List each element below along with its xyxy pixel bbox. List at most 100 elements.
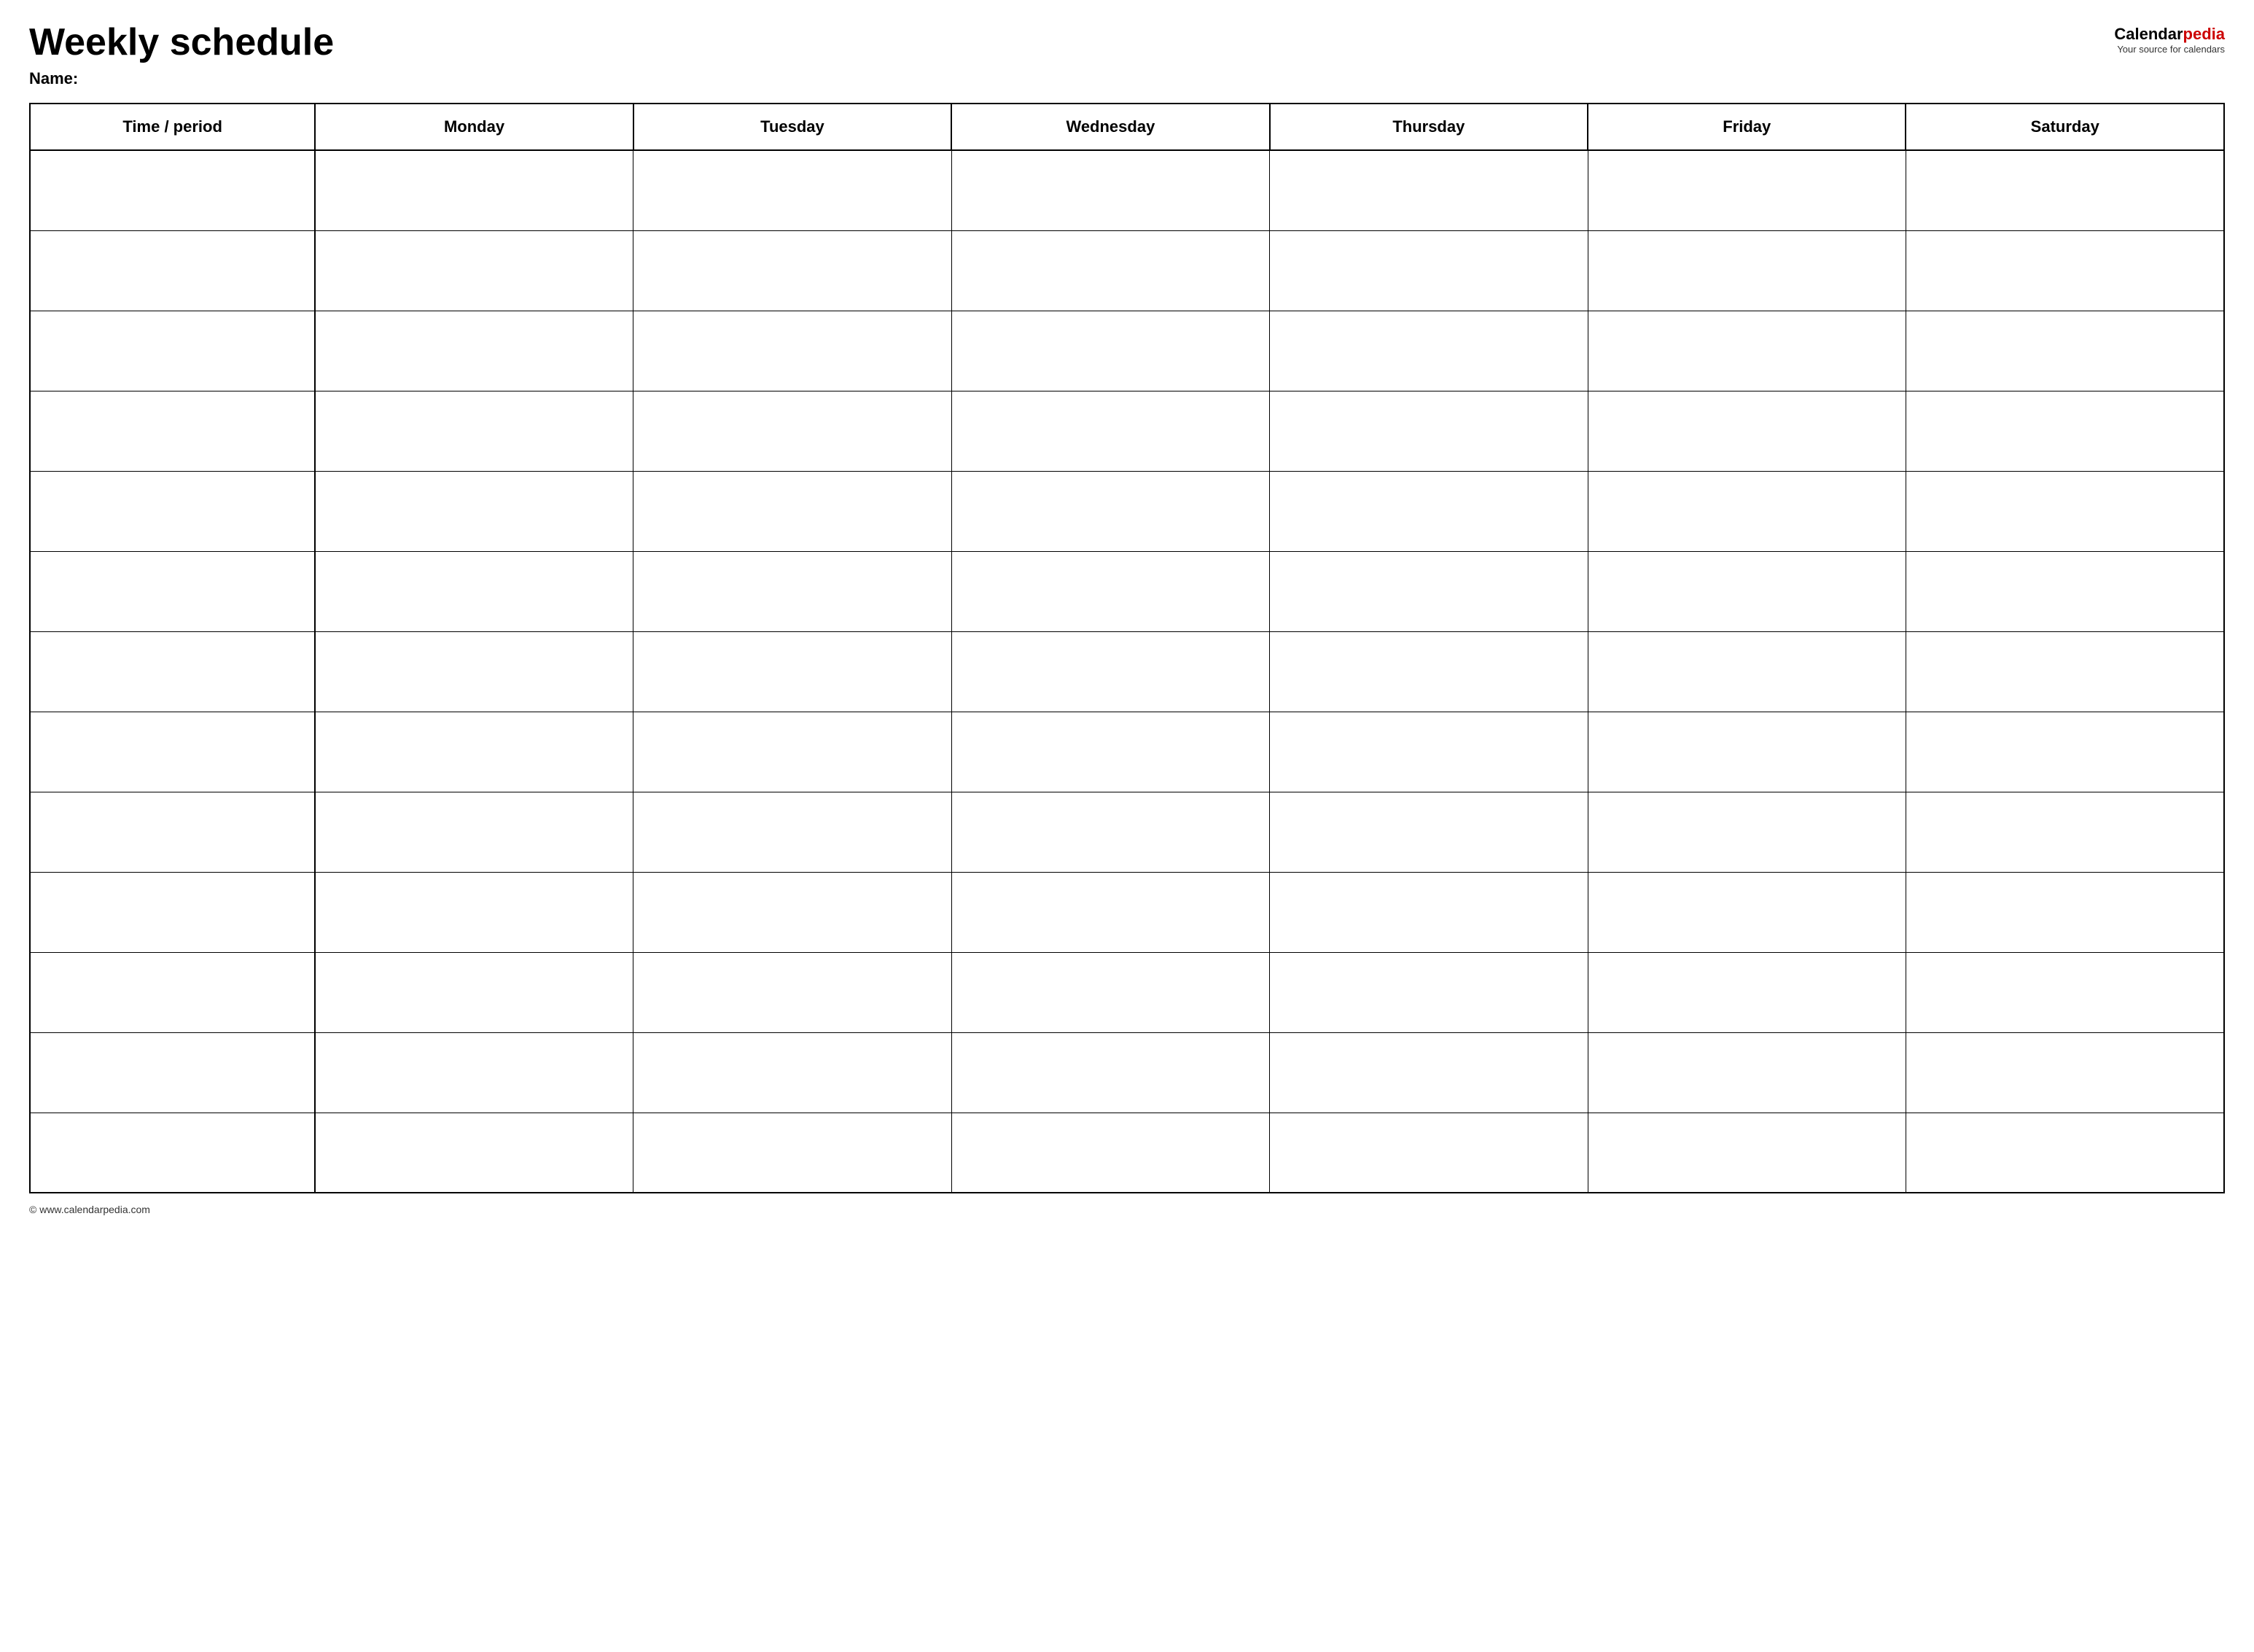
tuesday-cell-2[interactable] <box>633 311 951 391</box>
saturday-cell-0[interactable] <box>1906 150 2224 230</box>
monday-cell-1[interactable] <box>315 230 633 311</box>
wednesday-cell-0[interactable] <box>951 150 1269 230</box>
friday-cell-9[interactable] <box>1588 872 1906 952</box>
monday-cell-7[interactable] <box>315 712 633 792</box>
time-cell-10[interactable] <box>30 952 315 1032</box>
friday-cell-7[interactable] <box>1588 712 1906 792</box>
wednesday-cell-7[interactable] <box>951 712 1269 792</box>
time-cell-8[interactable] <box>30 792 315 872</box>
time-cell-3[interactable] <box>30 391 315 471</box>
friday-cell-4[interactable] <box>1588 471 1906 551</box>
time-cell-4[interactable] <box>30 471 315 551</box>
saturday-cell-12[interactable] <box>1906 1113 2224 1193</box>
table-row <box>30 1032 2224 1113</box>
wednesday-cell-3[interactable] <box>951 391 1269 471</box>
wednesday-cell-8[interactable] <box>951 792 1269 872</box>
tuesday-cell-10[interactable] <box>633 952 951 1032</box>
tuesday-cell-6[interactable] <box>633 631 951 712</box>
thursday-cell-6[interactable] <box>1270 631 1588 712</box>
friday-cell-12[interactable] <box>1588 1113 1906 1193</box>
thursday-cell-2[interactable] <box>1270 311 1588 391</box>
monday-cell-0[interactable] <box>315 150 633 230</box>
thursday-cell-8[interactable] <box>1270 792 1588 872</box>
monday-cell-9[interactable] <box>315 872 633 952</box>
thursday-cell-10[interactable] <box>1270 952 1588 1032</box>
logo-section: Calendarpedia Your source for calendars <box>2114 25 2225 55</box>
friday-cell-0[interactable] <box>1588 150 1906 230</box>
friday-cell-6[interactable] <box>1588 631 1906 712</box>
thursday-cell-1[interactable] <box>1270 230 1588 311</box>
friday-cell-10[interactable] <box>1588 952 1906 1032</box>
time-cell-12[interactable] <box>30 1113 315 1193</box>
time-cell-9[interactable] <box>30 872 315 952</box>
thursday-cell-3[interactable] <box>1270 391 1588 471</box>
thursday-cell-0[interactable] <box>1270 150 1588 230</box>
friday-cell-2[interactable] <box>1588 311 1906 391</box>
saturday-cell-6[interactable] <box>1906 631 2224 712</box>
saturday-cell-9[interactable] <box>1906 872 2224 952</box>
wednesday-cell-2[interactable] <box>951 311 1269 391</box>
friday-cell-1[interactable] <box>1588 230 1906 311</box>
wednesday-cell-12[interactable] <box>951 1113 1269 1193</box>
friday-cell-8[interactable] <box>1588 792 1906 872</box>
table-row <box>30 230 2224 311</box>
wednesday-cell-5[interactable] <box>951 551 1269 631</box>
col-header-tuesday: Tuesday <box>633 104 951 150</box>
table-row <box>30 872 2224 952</box>
time-cell-0[interactable] <box>30 150 315 230</box>
thursday-cell-9[interactable] <box>1270 872 1588 952</box>
saturday-cell-8[interactable] <box>1906 792 2224 872</box>
monday-cell-10[interactable] <box>315 952 633 1032</box>
monday-cell-4[interactable] <box>315 471 633 551</box>
saturday-cell-10[interactable] <box>1906 952 2224 1032</box>
saturday-cell-3[interactable] <box>1906 391 2224 471</box>
monday-cell-2[interactable] <box>315 311 633 391</box>
wednesday-cell-6[interactable] <box>951 631 1269 712</box>
thursday-cell-11[interactable] <box>1270 1032 1588 1113</box>
thursday-cell-5[interactable] <box>1270 551 1588 631</box>
saturday-cell-1[interactable] <box>1906 230 2224 311</box>
time-cell-1[interactable] <box>30 230 315 311</box>
tuesday-cell-8[interactable] <box>633 792 951 872</box>
friday-cell-3[interactable] <box>1588 391 1906 471</box>
friday-cell-5[interactable] <box>1588 551 1906 631</box>
wednesday-cell-10[interactable] <box>951 952 1269 1032</box>
thursday-cell-12[interactable] <box>1270 1113 1588 1193</box>
tuesday-cell-11[interactable] <box>633 1032 951 1113</box>
saturday-cell-11[interactable] <box>1906 1032 2224 1113</box>
saturday-cell-5[interactable] <box>1906 551 2224 631</box>
tuesday-cell-5[interactable] <box>633 551 951 631</box>
tuesday-cell-3[interactable] <box>633 391 951 471</box>
monday-cell-6[interactable] <box>315 631 633 712</box>
time-cell-5[interactable] <box>30 551 315 631</box>
tuesday-cell-12[interactable] <box>633 1113 951 1193</box>
thursday-cell-7[interactable] <box>1270 712 1588 792</box>
saturday-cell-7[interactable] <box>1906 712 2224 792</box>
table-row <box>30 150 2224 230</box>
monday-cell-12[interactable] <box>315 1113 633 1193</box>
monday-cell-11[interactable] <box>315 1032 633 1113</box>
time-cell-7[interactable] <box>30 712 315 792</box>
time-cell-2[interactable] <box>30 311 315 391</box>
tuesday-cell-4[interactable] <box>633 471 951 551</box>
wednesday-cell-9[interactable] <box>951 872 1269 952</box>
page-header: Weekly schedule Name: Calendarpedia Your… <box>29 22 2225 88</box>
wednesday-cell-1[interactable] <box>951 230 1269 311</box>
saturday-cell-2[interactable] <box>1906 311 2224 391</box>
wednesday-cell-4[interactable] <box>951 471 1269 551</box>
logo-calendar: Calendar <box>2114 25 2183 43</box>
saturday-cell-4[interactable] <box>1906 471 2224 551</box>
thursday-cell-4[interactable] <box>1270 471 1588 551</box>
tuesday-cell-7[interactable] <box>633 712 951 792</box>
friday-cell-11[interactable] <box>1588 1032 1906 1113</box>
col-header-saturday: Saturday <box>1906 104 2224 150</box>
monday-cell-8[interactable] <box>315 792 633 872</box>
tuesday-cell-0[interactable] <box>633 150 951 230</box>
tuesday-cell-1[interactable] <box>633 230 951 311</box>
tuesday-cell-9[interactable] <box>633 872 951 952</box>
time-cell-11[interactable] <box>30 1032 315 1113</box>
time-cell-6[interactable] <box>30 631 315 712</box>
wednesday-cell-11[interactable] <box>951 1032 1269 1113</box>
monday-cell-3[interactable] <box>315 391 633 471</box>
monday-cell-5[interactable] <box>315 551 633 631</box>
